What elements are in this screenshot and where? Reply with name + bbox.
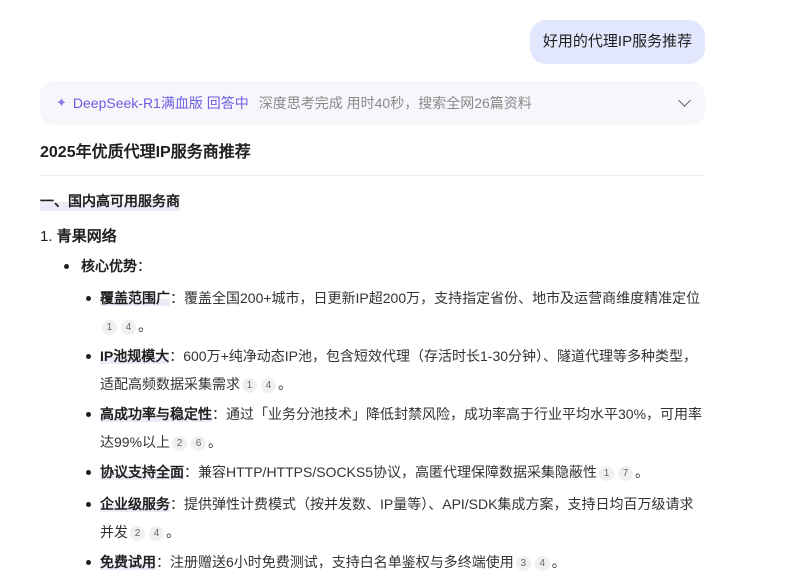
end-mark: 。 — [208, 434, 223, 450]
item-text: ：覆盖全国200+城市，日更新IP超200万，支持指定省份、地市及运营商维度精准… — [170, 290, 701, 306]
item-label: 高成功率与稳定性 — [100, 406, 212, 422]
item-label: 企业级服务 — [100, 496, 170, 512]
item-text: ：注册赠送6小时免费测试，支持白名单鉴权与多终端使用 — [156, 554, 514, 570]
item-text: ：600万+纯净动态IP池，包含短效代理（存活时长1-30分钟）、隧道代理等多种… — [100, 348, 698, 392]
citation-ref[interactable]: 7 — [618, 466, 634, 481]
end-mark: 。 — [551, 554, 566, 570]
list-item: 免费试用：注册赠送6小时免费测试，支持白名单鉴权与多终端使用 3 4。 — [86, 548, 706, 576]
list-item: 协议支持全面：兼容HTTP/HTTPS/SOCKS5协议，高匿代理保障数据采集隐… — [86, 458, 706, 486]
provider-number: 1. — [40, 228, 53, 245]
thinking-status-bar[interactable]: ✦ DeepSeek-R1满血版 回答中 深度思考完成 用时40秒，搜索全网26… — [40, 81, 705, 125]
citation-ref[interactable]: 3 — [515, 556, 531, 571]
bullet-icon — [86, 470, 91, 475]
model-name: DeepSeek-R1满血版 回答中 — [72, 95, 249, 111]
list-item: 覆盖范围广：覆盖全国200+城市，日更新IP超200万，支持指定省份、地市及运营… — [86, 284, 706, 340]
citation-ref[interactable]: 4 — [261, 378, 276, 393]
bullet-icon — [86, 412, 91, 417]
end-mark: 。 — [278, 376, 292, 392]
bullet-icon — [86, 296, 91, 301]
end-mark: 。 — [635, 464, 650, 480]
item-text: ：兼容HTTP/HTTPS/SOCKS5协议，高匿代理保障数据采集隐蔽性 — [184, 464, 598, 480]
chevron-down-icon[interactable] — [678, 94, 691, 107]
item-label: 免费试用 — [100, 554, 156, 570]
core-label: 核心优势 — [81, 258, 137, 274]
user-message-bubble: 好用的代理IP服务推荐 — [530, 20, 705, 64]
bullet-icon — [86, 354, 91, 359]
item-label: 协议支持全面 — [100, 464, 184, 480]
list-item: 高成功率与稳定性：通过「业务分池技术」降低封禁风险，成功率高于行业平均水平30%… — [86, 400, 706, 456]
bullet-icon — [64, 263, 69, 269]
list-item: 企业级服务：提供弹性计费模式（按并发数、IP量等）、API/SDK集成方案，支持… — [86, 490, 706, 546]
bullet-icon — [86, 560, 91, 565]
citation-ref[interactable]: 6 — [191, 436, 207, 451]
item-label: 覆盖范围广 — [100, 290, 170, 306]
sparkle-icon: ✦ — [56, 95, 67, 110]
end-mark: 。 — [166, 524, 180, 540]
answer-title: 2025年优质代理IP服务商推荐 — [40, 144, 251, 161]
citation-ref[interactable]: 1 — [102, 320, 117, 335]
provider-heading: 1. 青果网络 — [40, 225, 117, 246]
citation-ref[interactable]: 1 — [242, 378, 257, 393]
core-advantages-heading: 核心优势： — [64, 256, 151, 276]
thinking-status-text: 深度思考完成 用时40秒，搜索全网26篇资料 — [258, 95, 532, 111]
list-item: IP池规模大：600万+纯净动态IP池，包含短效代理（存活时长1-30分钟）、隧… — [86, 342, 706, 398]
section-heading: 一、国内高可用服务商 — [40, 191, 180, 211]
citation-ref[interactable]: 4 — [149, 526, 164, 541]
core-colon: ： — [137, 258, 151, 274]
citation-ref[interactable]: 1 — [599, 466, 615, 481]
citation-ref[interactable]: 2 — [172, 436, 188, 451]
citation-ref[interactable]: 4 — [534, 556, 550, 571]
citation-ref[interactable]: 4 — [121, 320, 136, 335]
citation-ref[interactable]: 2 — [130, 526, 145, 541]
bullet-icon — [86, 502, 91, 507]
provider-name: 青果网络 — [56, 228, 117, 245]
divider — [40, 175, 705, 176]
item-text: ：提供弹性计费模式（按并发数、IP量等）、API/SDK集成方案，支持日均百万级… — [100, 496, 694, 540]
end-mark: 。 — [138, 318, 152, 334]
item-label: IP池规模大 — [100, 348, 170, 364]
